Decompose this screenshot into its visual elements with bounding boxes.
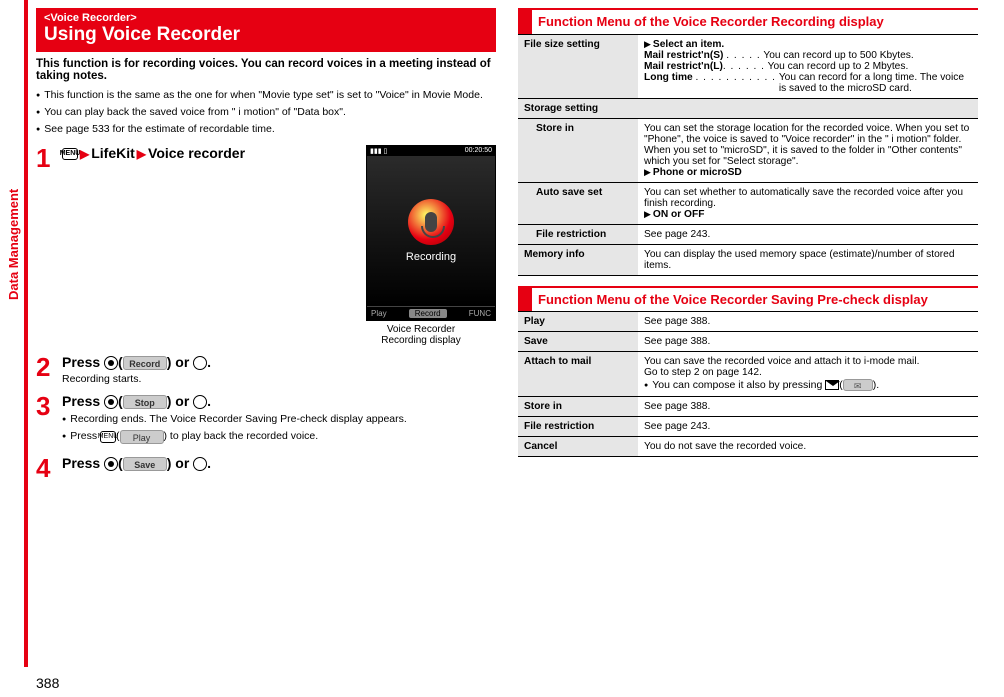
phone-softkeys: Play Record FUNC [367, 306, 495, 320]
intro-text: This function is for recording voices. Y… [36, 58, 496, 82]
phone-softkey-center: Record [409, 309, 447, 318]
step-2: 2 Press (Record) or . Recording starts. [36, 354, 496, 385]
arrow-icon: ▶ [644, 167, 651, 177]
right-column: Function Menu of the Voice Recorder Reco… [518, 8, 978, 481]
step-1: 1 MENU▶LifeKit▶Voice recorder ▮▮▮ ▯ 00:2… [36, 145, 496, 346]
step1-title: MENU▶LifeKit▶Voice recorder [62, 145, 346, 161]
intro-bullet: See page 533 for the estimate of recorda… [36, 122, 496, 136]
banner-subtitle: <Voice Recorder> [44, 12, 488, 24]
save-softkey-label: Save [123, 457, 167, 471]
arrow-icon: ▶ [137, 147, 146, 161]
auto-save-label: Auto save set [518, 182, 638, 224]
auto-save-choice: ON or OFF [653, 209, 705, 220]
phone-mock: ▮▮▮ ▯ 00:20:50 Recording Play Record FUN… [366, 145, 496, 321]
store-in2-label: Store in [518, 397, 638, 417]
round-key-icon [193, 395, 207, 409]
play-label: Play [518, 312, 638, 332]
section2-header: Function Menu of the Voice Recorder Savi… [518, 286, 978, 313]
round-key-icon [193, 356, 207, 370]
step3-play-bullet: Press MENU(Play) to play back the record… [62, 429, 496, 443]
phone-caption: Voice Recorder Recording display [346, 324, 496, 346]
store-in-choice: Phone or microSD [653, 167, 742, 178]
mail-softkey-icon [843, 379, 873, 391]
file-restriction2-body: See page 243. [638, 417, 978, 437]
record-softkey-label: Record [123, 356, 167, 370]
step-number: 1 [36, 145, 58, 346]
arrow-icon: ▶ [80, 147, 89, 161]
banner-title: Using Voice Recorder [44, 24, 488, 46]
storage-setting-header: Storage setting [518, 98, 978, 118]
step-4: 4 Press (Save) or . [36, 455, 496, 481]
stop-softkey-label: Stop [123, 395, 167, 409]
store-in2-body: See page 388. [638, 397, 978, 417]
step-number: 4 [36, 455, 58, 481]
step3-bullet: Recording ends. The Voice Recorder Savin… [62, 412, 496, 426]
step-3: 3 Press (Stop) or . Recording ends. The … [36, 393, 496, 447]
phone-status-time: 00:20:50 [465, 147, 492, 155]
section1-header: Function Menu of the Voice Recorder Reco… [518, 8, 978, 35]
phone-status-bar: ▮▮▮ ▯ 00:20:50 [367, 146, 495, 156]
attach-label: Attach to mail [518, 352, 638, 397]
phone-softkey-left: Play [371, 309, 387, 318]
page-number: 388 [36, 675, 59, 691]
intro-bullet: You can play back the saved voice from "… [36, 105, 496, 119]
step4-title: Press (Save) or . [62, 455, 496, 471]
microphone-icon [408, 199, 454, 245]
save-label: Save [518, 332, 638, 352]
section2-title: Function Menu of the Voice Recorder Savi… [538, 288, 928, 312]
title-banner: <Voice Recorder> Using Voice Recorder [36, 8, 496, 52]
center-key-icon [104, 395, 118, 409]
memory-info-label: Memory info [518, 244, 638, 275]
step3-title: Press (Stop) or . [62, 393, 496, 409]
left-column: <Voice Recorder> Using Voice Recorder Th… [36, 8, 496, 481]
file-restriction-label: File restriction [518, 224, 638, 244]
center-key-icon [104, 356, 118, 370]
intro-bullet: This function is the same as the one for… [36, 88, 496, 102]
store-in-label: Store in [518, 118, 638, 182]
play-softkey-label: Play [120, 430, 164, 444]
arrow-icon: ▶ [644, 209, 651, 219]
step1-part1: LifeKit [91, 145, 135, 161]
round-key-icon [193, 457, 207, 471]
step-number: 3 [36, 393, 58, 447]
arrow-icon: ▶ [644, 39, 651, 49]
section1-table: File size setting ▶Select an item. Mail … [518, 35, 978, 276]
step1-part2: Voice recorder [148, 145, 245, 161]
phone-screen: Recording [367, 156, 495, 306]
phone-status-left: ▮▮▮ ▯ [370, 147, 387, 155]
section1-title: Function Menu of the Voice Recorder Reco… [538, 10, 884, 34]
section2-table: Play See page 388. Save See page 388. At… [518, 312, 978, 457]
page-columns: <Voice Recorder> Using Voice Recorder Th… [36, 8, 996, 481]
auto-save-body: You can set whether to automatically sav… [638, 182, 978, 224]
step2-sub: Recording starts. [62, 373, 496, 385]
store-in-body: You can set the storage location for the… [638, 118, 978, 182]
file-size-body: ▶Select an item. Mail restrict'n(S) . . … [638, 35, 978, 99]
phone-softkey-right: FUNC [469, 309, 491, 318]
cancel-body: You do not save the recorded voice. [638, 437, 978, 457]
cancel-label: Cancel [518, 437, 638, 457]
attach-body: You can save the recorded voice and atta… [638, 352, 978, 397]
save-body: See page 388. [638, 332, 978, 352]
file-restriction-body: See page 243. [638, 224, 978, 244]
menu-key-icon: MENU [62, 148, 78, 160]
file-restriction2-label: File restriction [518, 417, 638, 437]
center-key-icon [104, 457, 118, 471]
side-accent-line [24, 0, 28, 667]
phone-recording-label: Recording [406, 251, 456, 263]
select-item-prompt: Select an item. [653, 39, 724, 50]
side-tab-label: Data Management [6, 189, 21, 300]
menu-key-icon: MENU [100, 431, 116, 443]
play-body: See page 388. [638, 312, 978, 332]
mail-key-icon [825, 380, 839, 390]
step-number: 2 [36, 354, 58, 385]
memory-info-body: You can display the used memory space (e… [638, 244, 978, 275]
phone-mock-container: ▮▮▮ ▯ 00:20:50 Recording Play Record FUN… [346, 145, 496, 346]
file-size-label: File size setting [518, 35, 638, 99]
step2-title: Press (Record) or . [62, 354, 496, 370]
